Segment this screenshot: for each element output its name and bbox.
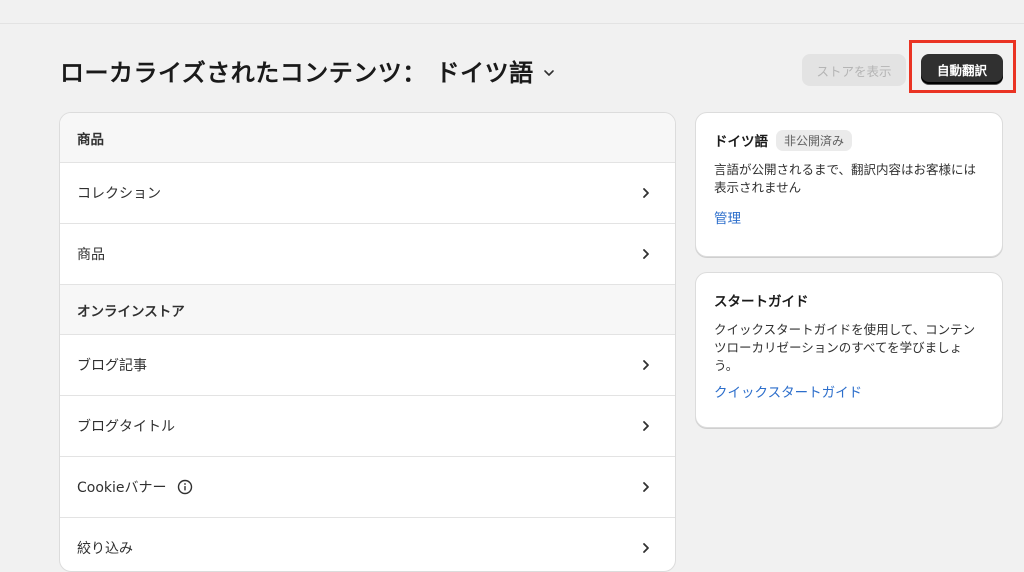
- list-item-products[interactable]: 商品: [60, 224, 675, 285]
- list-item-label: Cookieバナー: [77, 480, 167, 496]
- view-store-button[interactable]: ストアを表示: [802, 54, 906, 86]
- card-description: 言語が公開されるまで、翻訳内容はお客様には表示されません: [714, 162, 977, 195]
- section-heading-online-store: オンラインストア: [60, 285, 675, 335]
- card-title-row: スタートガイド: [714, 289, 984, 311]
- chevron-right-icon: [641, 359, 651, 371]
- section-heading-products: 商品: [60, 113, 675, 163]
- auto-translate-button[interactable]: 自動翻訳: [921, 54, 1003, 84]
- card-title: スタートガイド: [714, 294, 809, 310]
- list-item-label: ブログ記事: [77, 358, 147, 374]
- chevron-right-icon: [641, 187, 651, 199]
- start-guide-card: スタートガイド クイックスタートガイドを使用して、コンテンツローカリゼーションの…: [695, 272, 1003, 428]
- list-item-label: ブログタイトル: [77, 419, 175, 435]
- list-item-left: Cookieバナー: [77, 477, 193, 497]
- card-title-row: ドイツ語 非公開済み: [714, 129, 984, 151]
- chevron-right-icon: [641, 248, 651, 260]
- top-bar: [0, 0, 1024, 24]
- card-title: ドイツ語: [714, 134, 768, 150]
- list-item-label: コレクション: [77, 186, 161, 202]
- page-header: ローカライズされたコンテンツ： ドイツ語: [60, 50, 556, 90]
- page-title: ローカライズされたコンテンツ： ドイツ語: [60, 58, 534, 87]
- info-icon[interactable]: [177, 479, 193, 495]
- chevron-down-icon[interactable]: [542, 66, 556, 80]
- list-item-label: 絞り込み: [77, 541, 133, 557]
- list-item-blog-posts[interactable]: ブログ記事: [60, 335, 675, 396]
- chevron-right-icon: [641, 542, 651, 554]
- list-item-filters[interactable]: 絞り込み: [60, 518, 675, 571]
- card-description: クイックスタートガイドを使用して、コンテンツローカリゼーションのすべてを学びまし…: [714, 322, 976, 373]
- list-item-collections[interactable]: コレクション: [60, 163, 675, 224]
- language-status-card: ドイツ語 非公開済み 言語が公開されるまで、翻訳内容はお客様には表示されません …: [695, 112, 1003, 257]
- chevron-right-icon: [641, 481, 651, 493]
- chevron-right-icon: [641, 420, 651, 432]
- list-item-blog-titles[interactable]: ブログタイトル: [60, 396, 675, 457]
- status-badge: 非公開済み: [776, 129, 853, 151]
- list-item-cookie-banner[interactable]: Cookieバナー: [60, 457, 675, 518]
- content-list-card: 商品 コレクション 商品 オンラインストア ブログ記事 ブログタイトル Cook…: [59, 112, 676, 572]
- quick-start-guide-link[interactable]: クイックスタートガイド: [714, 381, 862, 401]
- manage-link[interactable]: 管理: [714, 207, 741, 227]
- list-item-label: 商品: [77, 247, 105, 263]
